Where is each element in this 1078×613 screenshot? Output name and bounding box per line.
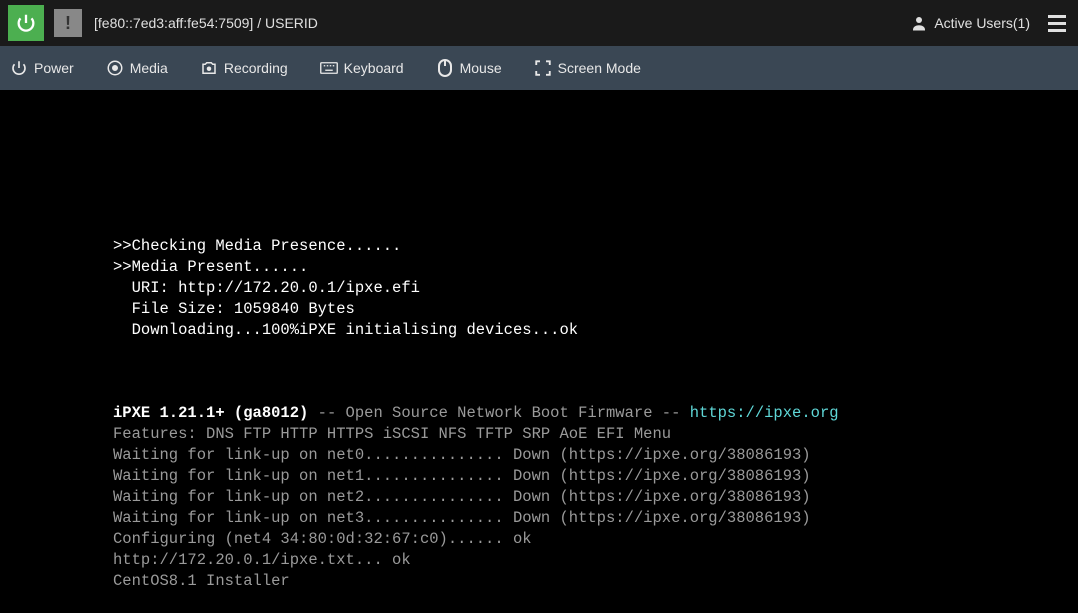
power-label: Power <box>34 60 74 76</box>
ipxe-url: https://ipxe.org <box>690 404 839 422</box>
toolbar: Power Media Recording Keyboard <box>0 46 1078 90</box>
console-line: Waiting for link-up on net3.............… <box>113 509 811 527</box>
disc-icon <box>106 59 124 77</box>
keyboard-button[interactable]: Keyboard <box>318 55 406 81</box>
console-line: Downloading...100%iPXE initialising devi… <box>113 321 578 339</box>
keyboard-icon <box>320 59 338 77</box>
console-line: http://172.20.0.1/ipxe.txt... ok <box>113 551 411 569</box>
alert-icon[interactable]: ! <box>54 9 82 37</box>
console-line: >>Media Present...... <box>113 258 308 276</box>
active-users-indicator[interactable]: Active Users(1) <box>910 14 1030 32</box>
power-icon <box>10 59 28 77</box>
user-icon <box>910 14 928 32</box>
menu-icon[interactable] <box>1044 11 1070 36</box>
recording-button[interactable]: Recording <box>198 55 290 81</box>
console-line: CentOS8.1 Installer <box>113 572 290 590</box>
remote-console[interactable]: >>Checking Media Presence...... >>Media … <box>0 90 1078 613</box>
mouse-label: Mouse <box>460 60 502 76</box>
fullscreen-icon <box>534 59 552 77</box>
ipxe-tagline: -- Open Source Network Boot Firmware -- <box>308 404 689 422</box>
mouse-icon <box>436 59 454 77</box>
recording-label: Recording <box>224 60 288 76</box>
console-line: Features: DNS FTP HTTP HTTPS iSCSI NFS T… <box>113 425 671 443</box>
screen-mode-button[interactable]: Screen Mode <box>532 55 643 81</box>
power-status-icon[interactable] <box>8 5 44 41</box>
console-line: Configuring (net4 34:80:0d:32:67:c0)....… <box>113 530 532 548</box>
console-line: URI: http://172.20.0.1/ipxe.efi <box>113 279 420 297</box>
console-line: Waiting for link-up on net2.............… <box>113 488 811 506</box>
console-line: Waiting for link-up on net1.............… <box>113 467 811 485</box>
console-blank <box>113 362 122 380</box>
ipxe-version: iPXE 1.21.1+ (ga8012) <box>113 404 308 422</box>
connection-title: [fe80::7ed3:aff:fe54:7509] / USERID <box>94 15 318 31</box>
console-blank <box>113 383 122 401</box>
media-button[interactable]: Media <box>104 55 170 81</box>
mouse-button[interactable]: Mouse <box>434 55 504 81</box>
media-label: Media <box>130 60 168 76</box>
power-button[interactable]: Power <box>8 55 76 81</box>
console-line: File Size: 1059840 Bytes <box>113 300 355 318</box>
camera-icon <box>200 59 218 77</box>
active-users-label: Active Users(1) <box>934 15 1030 31</box>
console-blank <box>113 342 122 360</box>
console-line: Waiting for link-up on net0.............… <box>113 446 811 464</box>
console-line: >>Checking Media Presence...... <box>113 237 401 255</box>
keyboard-label: Keyboard <box>344 60 404 76</box>
screen-mode-label: Screen Mode <box>558 60 641 76</box>
title-bar: ! [fe80::7ed3:aff:fe54:7509] / USERID Ac… <box>0 0 1078 46</box>
